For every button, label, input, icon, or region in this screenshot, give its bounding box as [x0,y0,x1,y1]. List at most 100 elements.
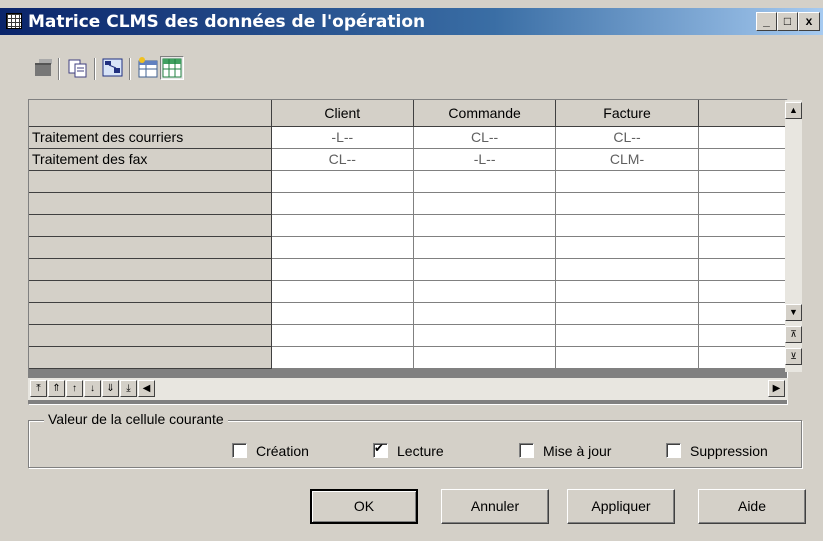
scroll-right-icon[interactable]: ▶ [768,380,785,397]
matrix-cell[interactable]: CL-- [271,148,414,171]
matrix-cell[interactable] [698,302,787,325]
row-header[interactable] [29,280,272,303]
matrix-cell[interactable] [698,280,787,303]
matrix-cell[interactable] [555,258,699,281]
creation-label: Création [256,443,309,459]
move-row-page-up-icon[interactable]: ⇑ [48,380,65,397]
matrix-cell[interactable] [698,192,787,215]
row-header[interactable] [29,302,272,325]
add-row-icon[interactable] [136,56,160,80]
toolbar-separator [129,58,131,80]
minimize-button[interactable]: _ [756,12,777,31]
matrix-cell[interactable] [698,258,787,281]
matrix-cell[interactable] [698,126,787,149]
suppression-checkbox-box[interactable] [666,443,681,458]
creation-checkbox-box[interactable] [232,443,247,458]
row-header[interactable] [29,258,272,281]
matrix-cell[interactable] [555,280,699,303]
suppression-checkbox[interactable]: Suppression [666,443,768,461]
column-header[interactable]: Facture [555,100,699,127]
row-header[interactable] [29,346,272,369]
apply-button[interactable]: Appliquer [567,489,675,524]
matrix-row [29,236,787,259]
matrix-cell[interactable]: CL-- [555,126,699,149]
matrix-cell[interactable] [413,170,557,193]
matrix-cell[interactable] [555,170,699,193]
move-row-to-top-icon[interactable]: ⤒ [30,380,47,397]
row-header[interactable] [29,324,272,347]
lecture-checkbox-box[interactable] [373,441,388,458]
cancel-button[interactable]: Annuler [441,489,549,524]
matrix-cell[interactable]: CLM- [555,148,699,171]
properties-icon[interactable] [32,56,56,80]
matrix-cell[interactable]: -L-- [271,126,414,149]
matrix-row [29,280,787,303]
scroll-down-icon[interactable]: ▼ [785,304,802,321]
scroll-left-icon[interactable]: ◀ [138,380,155,397]
matrix-cell[interactable] [413,324,557,347]
ok-button[interactable]: OK [310,489,418,524]
matrix-cell[interactable] [698,148,787,171]
vertical-scrollbar[interactable]: ▲ ▼ ⊼ ⊻ [785,100,802,372]
move-row-page-down-icon[interactable]: ⇓ [102,380,119,397]
move-row-to-bottom-icon[interactable]: ⤓ [120,380,137,397]
matrix-cell[interactable] [413,346,557,369]
maximize-button[interactable]: □ [777,12,798,31]
move-row-up-icon[interactable]: ↑ [66,380,83,397]
matrix-cell[interactable] [413,214,557,237]
matrix-cell[interactable] [271,302,414,325]
matrix-row: Traitement des courriers -L-- CL-- CL-- [29,126,787,149]
matrix-cell[interactable]: CL-- [413,126,557,149]
row-header[interactable] [29,170,272,193]
row-header[interactable] [29,214,272,237]
matrix-window-icon [6,13,22,29]
matrix-cell[interactable] [698,324,787,347]
matrix-cell[interactable] [271,258,414,281]
matrix-cell[interactable] [271,346,414,369]
matrix-cell[interactable] [413,236,557,259]
column-header[interactable]: Client [271,100,414,127]
matrix-cell[interactable] [271,192,414,215]
matrix-cell[interactable] [271,236,414,259]
matrix-cell[interactable] [555,214,699,237]
scroll-to-top-icon[interactable]: ⊼ [785,326,802,343]
mise-a-jour-checkbox[interactable]: Mise à jour [519,443,611,461]
matrix-view-icon[interactable] [160,56,184,80]
matrix-cell[interactable] [413,280,557,303]
row-header[interactable] [29,236,272,259]
move-row-down-icon[interactable]: ↓ [84,380,101,397]
scroll-to-bottom-icon[interactable]: ⊻ [785,348,802,365]
creation-checkbox[interactable]: Création [232,443,309,461]
copy-icon[interactable] [66,56,90,80]
matrix-cell[interactable] [555,302,699,325]
row-header[interactable] [29,192,272,215]
matrix-cell[interactable] [413,258,557,281]
matrix-cell[interactable] [555,192,699,215]
row-header[interactable]: Traitement des fax [29,148,272,171]
column-header[interactable]: Commande [413,100,557,127]
matrix-cell[interactable] [555,236,699,259]
close-button[interactable]: x [798,12,820,31]
matrix-cell[interactable]: -L-- [413,148,557,171]
matrix-cell[interactable] [555,324,699,347]
matrix-cell[interactable] [555,346,699,369]
row-header[interactable]: Traitement des courriers [29,126,272,149]
matrix-cell[interactable] [413,302,557,325]
matrix-cell[interactable] [698,214,787,237]
matrix-cell[interactable] [271,214,414,237]
matrix-corner[interactable] [29,100,272,127]
matrix-cell[interactable] [698,236,787,259]
matrix-cell[interactable] [271,324,414,347]
mise-a-jour-checkbox-box[interactable] [519,443,534,458]
matrix-cell[interactable] [413,192,557,215]
matrix-cell[interactable] [271,170,414,193]
find-in-diagram-icon[interactable] [101,56,125,80]
lecture-checkbox[interactable]: Lecture [373,441,444,461]
help-button[interactable]: Aide [698,489,806,524]
matrix-cell[interactable] [271,280,414,303]
scroll-up-icon[interactable]: ▲ [785,102,802,119]
matrix-cell[interactable] [698,170,787,193]
matrix-cell[interactable] [698,346,787,369]
title-bar[interactable]: Matrice CLMS des données de l'opération … [0,8,823,35]
column-header[interactable] [698,100,787,127]
